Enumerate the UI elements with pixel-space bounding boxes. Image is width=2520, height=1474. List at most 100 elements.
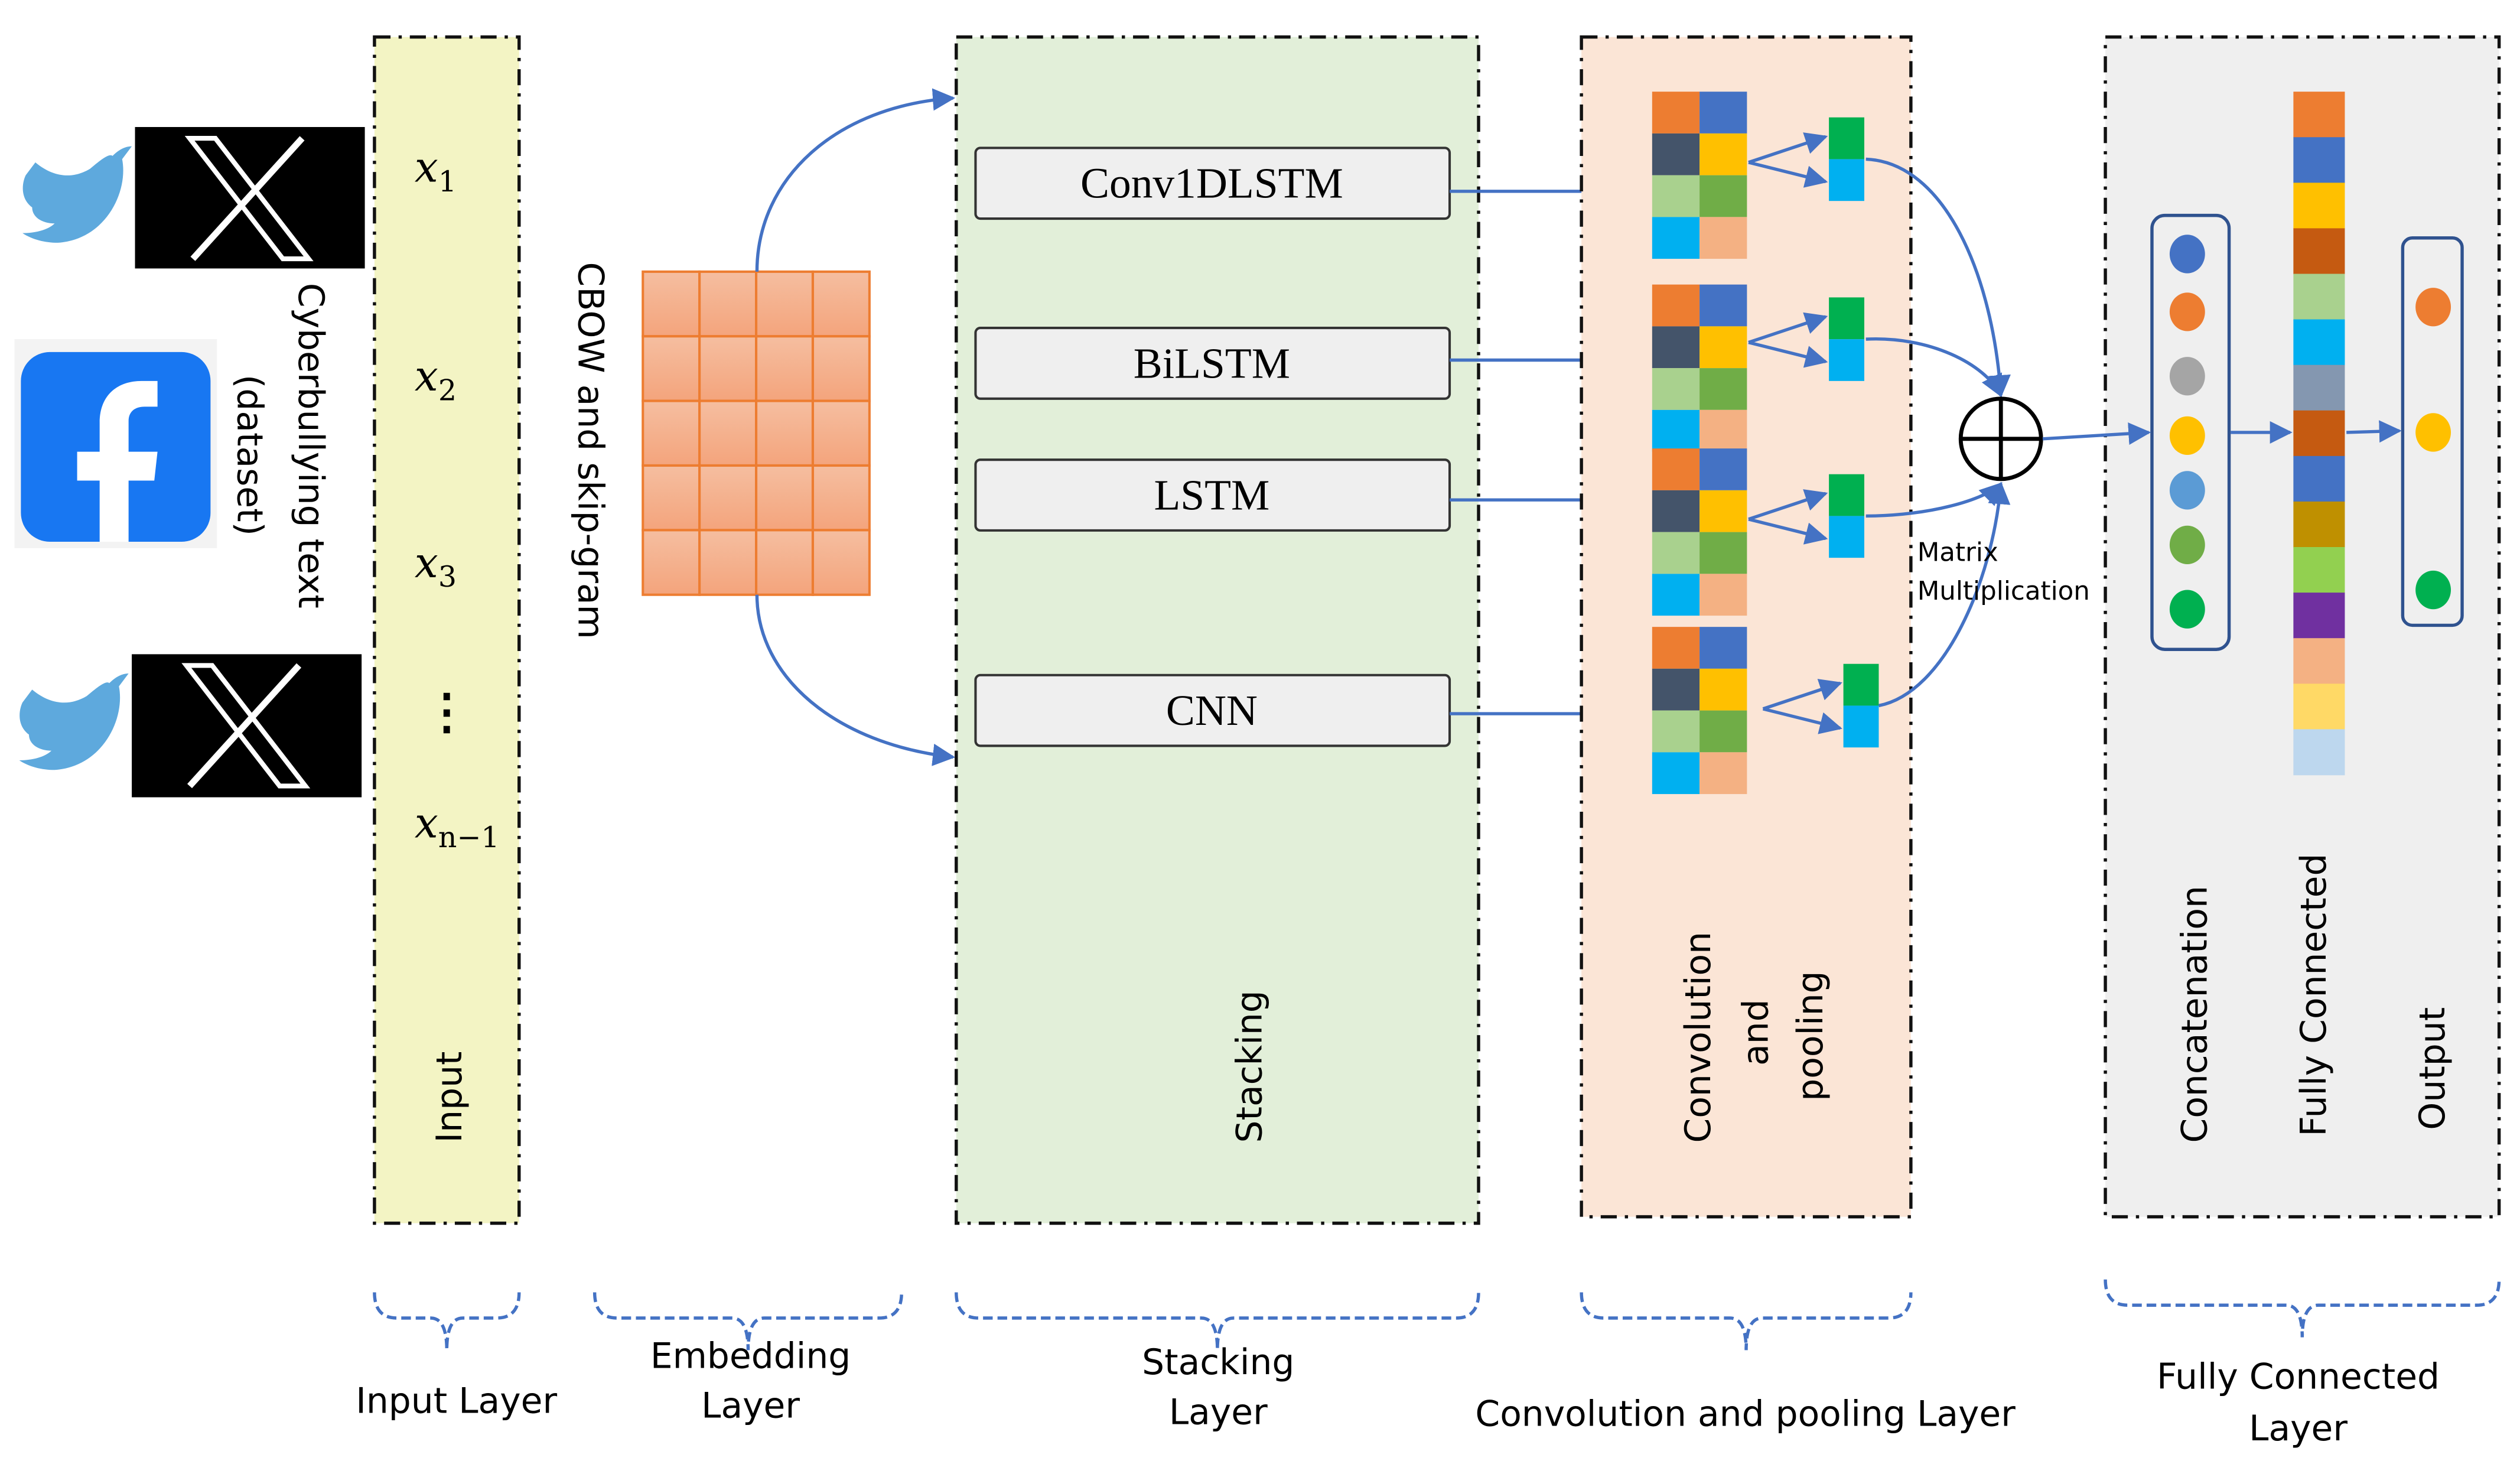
input-layer-box xyxy=(373,35,521,1225)
fc-neuron xyxy=(2293,547,2345,593)
output-label: Output xyxy=(2412,1007,2453,1130)
fc-neuron xyxy=(2293,684,2345,730)
embedding-cell xyxy=(642,464,701,532)
model-label: Conv1DLSTM xyxy=(1080,160,1343,207)
token-index: 1 xyxy=(438,165,457,199)
fc-neuron xyxy=(2293,137,2345,184)
embedding-cell xyxy=(755,529,815,596)
pooled-cell xyxy=(1829,339,1864,381)
fc-neuron xyxy=(2293,729,2345,776)
embedding-cell xyxy=(642,529,701,596)
x-logo xyxy=(135,127,365,269)
pooled-cell xyxy=(1843,663,1879,706)
layer-brace xyxy=(1580,1292,1913,1351)
embedding-cell xyxy=(642,335,701,402)
feature-map-cell xyxy=(1699,574,1747,616)
concat-node xyxy=(2169,357,2205,396)
conv-label: Convolution xyxy=(1678,932,1719,1143)
embedding-cell xyxy=(755,399,815,467)
feature-map-cell xyxy=(1699,668,1747,711)
feature-map-cell xyxy=(1652,532,1700,574)
embedding-matrix xyxy=(642,270,871,596)
concat-node xyxy=(2169,590,2205,629)
fc-neuron xyxy=(2293,228,2345,275)
model-block-lstm: LSTM xyxy=(974,458,1652,532)
feature-map-cell xyxy=(1652,92,1700,134)
fc-neuron xyxy=(2293,455,2345,502)
feature-map-cell xyxy=(1652,409,1700,452)
token-base: x xyxy=(415,799,438,848)
token-index: 2 xyxy=(438,374,457,408)
model-block-conv1dlstm: Conv1DLSTM xyxy=(974,147,1652,220)
feature-map-cell xyxy=(1699,133,1747,175)
embedding-cell xyxy=(755,335,815,402)
feature-map-cell xyxy=(1652,175,1700,217)
embedding-cell xyxy=(642,270,701,338)
pooled-cell xyxy=(1829,297,1864,340)
pooled-cell xyxy=(1829,474,1864,516)
embedding-cell xyxy=(698,529,758,596)
embedding-layer-caption-2: Layer xyxy=(701,1385,800,1427)
feature-map-cell xyxy=(1652,217,1700,259)
feature-map-cell xyxy=(1652,710,1700,753)
feature-map-cell xyxy=(1699,368,1747,410)
embedding-cell xyxy=(811,270,871,338)
input-layer-caption: Input Layer xyxy=(356,1381,557,1422)
embedding-cell xyxy=(755,270,815,338)
fc-layer-caption: Fully Connected xyxy=(2157,1356,2440,1398)
model-block-bilstm: BiLSTM xyxy=(974,327,1652,400)
feature-map-cell xyxy=(1652,574,1700,616)
concatenation-label: Concatenation xyxy=(2174,886,2215,1143)
feature-map-cell xyxy=(1652,133,1700,175)
fc-neuron xyxy=(2293,92,2345,138)
feature-map-cell xyxy=(1652,627,1700,669)
x-logo xyxy=(132,654,362,798)
feature-map-cell xyxy=(1652,368,1700,410)
fc-neuron xyxy=(2293,593,2345,639)
feature-map-cell xyxy=(1652,490,1700,532)
stacking-label: Stacking xyxy=(1229,990,1271,1143)
feature-map-cell xyxy=(1699,175,1747,217)
feature-map-cell xyxy=(1652,752,1700,795)
dataset-sublabel: (dataset) xyxy=(229,375,271,536)
embedding-layer-caption: Embedding xyxy=(650,1335,851,1377)
output-node xyxy=(2415,288,2451,327)
pooled-cell xyxy=(1829,159,1864,201)
pool-label: pooling xyxy=(1790,971,1831,1101)
feature-map-cell xyxy=(1699,217,1747,259)
concat-node xyxy=(2169,235,2205,274)
fc-neuron xyxy=(2293,274,2345,320)
embedding-cell xyxy=(811,335,871,402)
fc-neuron xyxy=(2293,638,2345,685)
token-base: x xyxy=(415,143,438,192)
arrow xyxy=(755,594,956,766)
feature-map-cell xyxy=(1699,92,1747,134)
embedding-cell xyxy=(698,464,758,532)
output-node xyxy=(2415,413,2451,452)
embedding-cell xyxy=(811,529,871,596)
embedding-cell xyxy=(755,464,815,532)
twitter-icon xyxy=(22,146,132,243)
embedding-label: CBOW and skip-gram xyxy=(569,262,611,639)
embedding-cell xyxy=(698,399,758,467)
ellipsis: ⋮ xyxy=(423,685,471,739)
stacking-layer-caption: Stacking xyxy=(1142,1342,1294,1383)
matrix-label: Matrix xyxy=(1917,538,1998,568)
feature-map-cell xyxy=(1699,284,1747,327)
layer-brace xyxy=(2104,1279,2501,1338)
feature-map-cell xyxy=(1699,752,1747,795)
stacking-layer-caption-2: Layer xyxy=(1169,1392,1268,1433)
dataset-label: Cyberbullying text xyxy=(290,283,331,609)
feature-map-cell xyxy=(1699,710,1747,753)
pooled-cell xyxy=(1843,705,1879,748)
embedding-cell xyxy=(698,335,758,402)
arrow xyxy=(755,88,956,272)
input-label: Input xyxy=(429,1051,470,1143)
fc-neuron xyxy=(2293,319,2345,366)
embedding-cell xyxy=(698,270,758,338)
token-index: n−1 xyxy=(438,821,500,854)
feature-map-cell xyxy=(1699,532,1747,574)
fc-neuron xyxy=(2293,410,2345,457)
facebook-icon xyxy=(14,339,217,548)
model-label: LSTM xyxy=(1154,471,1269,519)
